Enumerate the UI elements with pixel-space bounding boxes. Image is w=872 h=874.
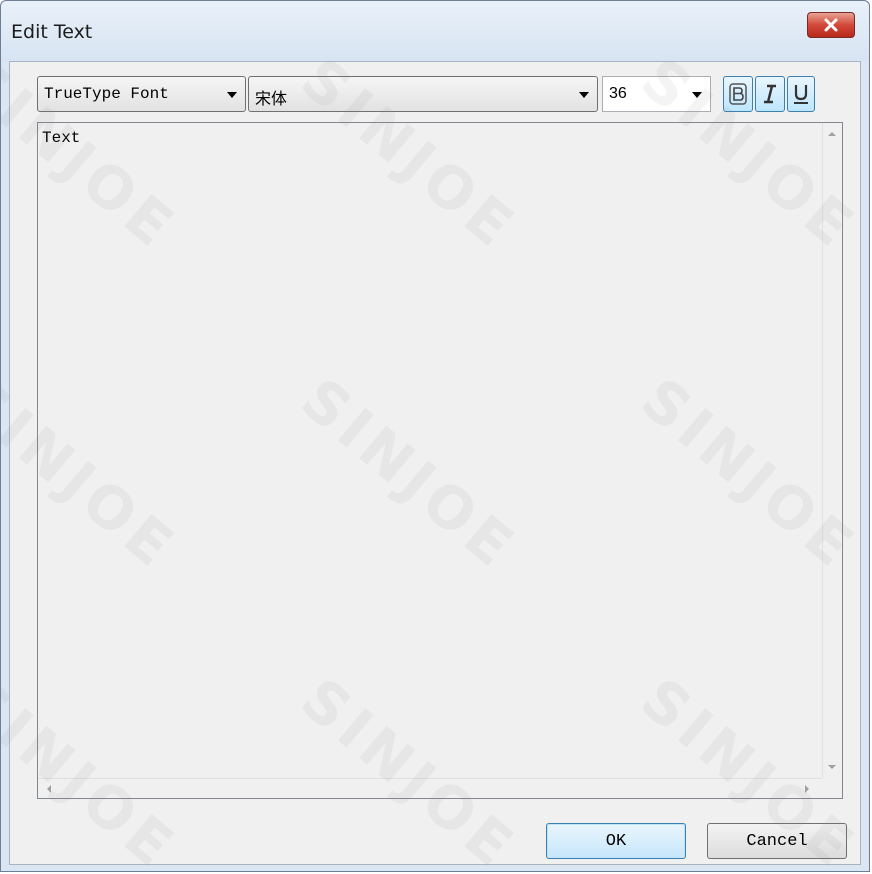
- font-name-value: 宋体: [255, 89, 288, 108]
- font-type-value: TrueType Font: [44, 85, 169, 103]
- ok-button[interactable]: OK: [546, 823, 686, 859]
- text-editor[interactable]: Text: [37, 122, 843, 799]
- font-name-dropdown[interactable]: 宋体: [248, 76, 598, 112]
- edit-text-dialog: Edit Text TrueType Font 宋体 36 Text OK Ca…: [0, 0, 870, 872]
- italic-button[interactable]: [755, 76, 785, 112]
- bold-icon: [729, 83, 747, 105]
- italic-icon: [764, 84, 776, 104]
- close-button[interactable]: [807, 12, 855, 38]
- chevron-down-icon: [227, 92, 237, 98]
- title-bar[interactable]: Edit Text: [1, 1, 869, 61]
- chevron-down-icon: [579, 92, 589, 98]
- underline-button[interactable]: [787, 76, 815, 112]
- scroll-down-icon[interactable]: [828, 765, 836, 769]
- font-type-dropdown[interactable]: TrueType Font: [37, 76, 246, 112]
- font-size-value: 36: [609, 85, 627, 102]
- dialog-client-area: TrueType Font 宋体 36 Text OK Cancel: [9, 61, 861, 865]
- scroll-up-icon[interactable]: [828, 132, 836, 136]
- underline-icon: [794, 85, 808, 104]
- editor-content[interactable]: Text: [42, 129, 80, 147]
- bold-button[interactable]: [723, 76, 753, 112]
- scrollbar-corner: [822, 778, 842, 798]
- scroll-left-icon[interactable]: [47, 785, 51, 793]
- font-size-dropdown[interactable]: 36: [602, 76, 711, 112]
- cancel-button[interactable]: Cancel: [707, 823, 847, 859]
- dialog-title: Edit Text: [11, 21, 93, 43]
- close-icon: [824, 18, 838, 32]
- scroll-right-icon[interactable]: [805, 785, 809, 793]
- chevron-down-icon: [692, 92, 702, 98]
- horizontal-scrollbar[interactable]: [38, 778, 822, 798]
- vertical-scrollbar[interactable]: [822, 123, 842, 778]
